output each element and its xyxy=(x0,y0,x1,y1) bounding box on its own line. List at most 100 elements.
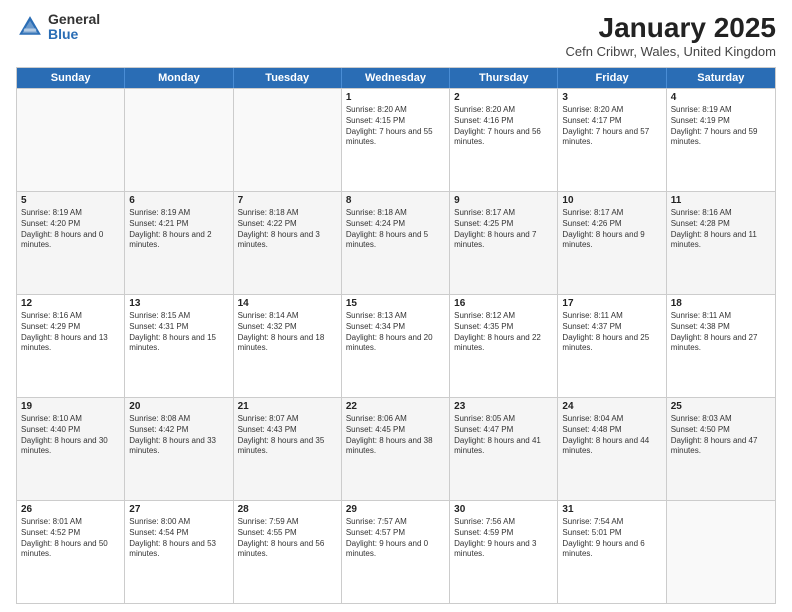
day-number-12: 12 xyxy=(21,298,120,309)
day-info-4: Sunrise: 8:19 AM Sunset: 4:19 PM Dayligh… xyxy=(671,105,771,148)
day-cell-9: 9 Sunrise: 8:17 AM Sunset: 4:25 PM Daylig… xyxy=(450,192,558,294)
day-number-11: 11 xyxy=(671,195,771,206)
day-number-6: 6 xyxy=(129,195,228,206)
day-cell-10: 10 Sunrise: 8:17 AM Sunset: 4:26 PM Dayli… xyxy=(558,192,666,294)
day-number-28: 28 xyxy=(238,504,337,515)
day-number-26: 26 xyxy=(21,504,120,515)
day-number-18: 18 xyxy=(671,298,771,309)
day-info-17: Sunrise: 8:11 AM Sunset: 4:37 PM Dayligh… xyxy=(562,311,661,354)
day-cell-8: 8Sunrise: 8:18 AM Sunset: 4:24 PM Daylig… xyxy=(342,192,450,294)
day-cell-27: 27 Sunrise: 8:00 AM Sunset: 4:54 PM Dayli… xyxy=(125,501,233,603)
calendar-row-3: 12 Sunrise: 8:16 AM Sunset: 4:29 PM Dayli… xyxy=(17,294,775,397)
day-info-1: Sunrise: 8:20 AM Sunset: 4:15 PM Dayligh… xyxy=(346,105,445,148)
day-info-20: Sunrise: 8:08 AM Sunset: 4:42 PM Dayligh… xyxy=(129,414,228,457)
day-cell-15: 15 Sunrise: 8:13 AM Sunset: 4:34 PM Dayli… xyxy=(342,295,450,397)
day-info-15: Sunrise: 8:13 AM Sunset: 4:34 PM Dayligh… xyxy=(346,311,445,354)
logo-blue: Blue xyxy=(48,27,100,42)
day-number-20: 20 xyxy=(129,401,228,412)
day-number-9: 9 xyxy=(454,195,553,206)
day-info-29: Sunrise: 7:57 AM Sunset: 4:57 PM Dayligh… xyxy=(346,517,445,560)
empty-cell-w4c6 xyxy=(667,501,775,603)
day-info-9: Sunrise: 8:17 AM Sunset: 4:25 PM Dayligh… xyxy=(454,208,553,251)
day-number-24: 24 xyxy=(562,401,661,412)
day-cell-24: 24Sunrise: 8:04 AM Sunset: 4:48 PM Dayli… xyxy=(558,398,666,500)
day-info-27: Sunrise: 8:00 AM Sunset: 4:54 PM Dayligh… xyxy=(129,517,228,560)
day-info-7: Sunrise: 8:18 AM Sunset: 4:22 PM Dayligh… xyxy=(238,208,337,251)
calendar-body: 1 Sunrise: 8:20 AM Sunset: 4:15 PM Daylig… xyxy=(17,88,775,603)
calendar-row-1: 1 Sunrise: 8:20 AM Sunset: 4:15 PM Daylig… xyxy=(17,88,775,191)
calendar-row-4: 19 Sunrise: 8:10 AM Sunset: 4:40 PM Dayli… xyxy=(17,397,775,500)
day-number-4: 4 xyxy=(671,92,771,103)
day-cell-17: 17 Sunrise: 8:11 AM Sunset: 4:37 PM Dayli… xyxy=(558,295,666,397)
empty-cell-w0c1 xyxy=(125,89,233,191)
day-cell-5: 5Sunrise: 8:19 AM Sunset: 4:20 PM Daylig… xyxy=(17,192,125,294)
day-info-28: Sunrise: 7:59 AM Sunset: 4:55 PM Dayligh… xyxy=(238,517,337,560)
day-cell-6: 6 Sunrise: 8:19 AM Sunset: 4:21 PM Daylig… xyxy=(125,192,233,294)
day-cell-4: 4 Sunrise: 8:19 AM Sunset: 4:19 PM Daylig… xyxy=(667,89,775,191)
day-info-6: Sunrise: 8:19 AM Sunset: 4:21 PM Dayligh… xyxy=(129,208,228,251)
day-info-18: Sunrise: 8:11 AM Sunset: 4:38 PM Dayligh… xyxy=(671,311,771,354)
day-number-16: 16 xyxy=(454,298,553,309)
day-number-22: 22 xyxy=(346,401,445,412)
day-cell-14: 14 Sunrise: 8:14 AM Sunset: 4:32 PM Dayli… xyxy=(234,295,342,397)
day-number-7: 7 xyxy=(238,195,337,206)
day-number-30: 30 xyxy=(454,504,553,515)
day-cell-26: 26 Sunrise: 8:01 AM Sunset: 4:52 PM Dayli… xyxy=(17,501,125,603)
day-cell-21: 21Sunrise: 8:07 AM Sunset: 4:43 PM Dayli… xyxy=(234,398,342,500)
day-info-2: Sunrise: 8:20 AM Sunset: 4:16 PM Dayligh… xyxy=(454,105,553,148)
day-number-27: 27 xyxy=(129,504,228,515)
day-number-2: 2 xyxy=(454,92,553,103)
day-cell-16: 16Sunrise: 8:12 AM Sunset: 4:35 PM Dayli… xyxy=(450,295,558,397)
day-info-5: Sunrise: 8:19 AM Sunset: 4:20 PM Dayligh… xyxy=(21,208,120,251)
day-number-31: 31 xyxy=(562,504,661,515)
day-number-14: 14 xyxy=(238,298,337,309)
calendar-row-2: 5Sunrise: 8:19 AM Sunset: 4:20 PM Daylig… xyxy=(17,191,775,294)
day-info-23: Sunrise: 8:05 AM Sunset: 4:47 PM Dayligh… xyxy=(454,414,553,457)
empty-cell-w0c0 xyxy=(17,89,125,191)
day-cell-18: 18 Sunrise: 8:11 AM Sunset: 4:38 PM Dayli… xyxy=(667,295,775,397)
header-day-tuesday: Tuesday xyxy=(234,68,342,88)
logo: General Blue xyxy=(16,12,100,43)
day-number-3: 3 xyxy=(562,92,661,103)
day-info-3: Sunrise: 8:20 AM Sunset: 4:17 PM Dayligh… xyxy=(562,105,661,148)
day-info-26: Sunrise: 8:01 AM Sunset: 4:52 PM Dayligh… xyxy=(21,517,120,560)
day-number-15: 15 xyxy=(346,298,445,309)
day-number-1: 1 xyxy=(346,92,445,103)
logo-icon xyxy=(16,13,44,41)
day-info-12: Sunrise: 8:16 AM Sunset: 4:29 PM Dayligh… xyxy=(21,311,120,354)
day-cell-12: 12 Sunrise: 8:16 AM Sunset: 4:29 PM Dayli… xyxy=(17,295,125,397)
day-cell-19: 19 Sunrise: 8:10 AM Sunset: 4:40 PM Dayli… xyxy=(17,398,125,500)
day-info-30: Sunrise: 7:56 AM Sunset: 4:59 PM Dayligh… xyxy=(454,517,553,560)
day-cell-3: 3 Sunrise: 8:20 AM Sunset: 4:17 PM Daylig… xyxy=(558,89,666,191)
logo-general: General xyxy=(48,12,100,27)
day-cell-23: 23Sunrise: 8:05 AM Sunset: 4:47 PM Dayli… xyxy=(450,398,558,500)
day-cell-29: 29 Sunrise: 7:57 AM Sunset: 4:57 PM Dayli… xyxy=(342,501,450,603)
header-day-friday: Friday xyxy=(558,68,666,88)
day-info-13: Sunrise: 8:15 AM Sunset: 4:31 PM Dayligh… xyxy=(129,311,228,354)
day-info-14: Sunrise: 8:14 AM Sunset: 4:32 PM Dayligh… xyxy=(238,311,337,354)
day-number-19: 19 xyxy=(21,401,120,412)
day-number-17: 17 xyxy=(562,298,661,309)
location: Cefn Cribwr, Wales, United Kingdom xyxy=(566,44,777,59)
day-cell-25: 25Sunrise: 8:03 AM Sunset: 4:50 PM Dayli… xyxy=(667,398,775,500)
day-info-25: Sunrise: 8:03 AM Sunset: 4:50 PM Dayligh… xyxy=(671,414,771,457)
day-info-10: Sunrise: 8:17 AM Sunset: 4:26 PM Dayligh… xyxy=(562,208,661,251)
day-info-22: Sunrise: 8:06 AM Sunset: 4:45 PM Dayligh… xyxy=(346,414,445,457)
day-number-8: 8 xyxy=(346,195,445,206)
day-info-21: Sunrise: 8:07 AM Sunset: 4:43 PM Dayligh… xyxy=(238,414,337,457)
calendar-header: SundayMondayTuesdayWednesdayThursdayFrid… xyxy=(17,68,775,88)
day-cell-7: 7 Sunrise: 8:18 AM Sunset: 4:22 PM Daylig… xyxy=(234,192,342,294)
day-number-10: 10 xyxy=(562,195,661,206)
day-info-19: Sunrise: 8:10 AM Sunset: 4:40 PM Dayligh… xyxy=(21,414,120,457)
day-cell-13: 13 Sunrise: 8:15 AM Sunset: 4:31 PM Dayli… xyxy=(125,295,233,397)
logo-text: General Blue xyxy=(48,12,100,43)
day-cell-2: 2 Sunrise: 8:20 AM Sunset: 4:16 PM Daylig… xyxy=(450,89,558,191)
day-number-13: 13 xyxy=(129,298,228,309)
header-day-sunday: Sunday xyxy=(17,68,125,88)
day-cell-31: 31 Sunrise: 7:54 AM Sunset: 5:01 PM Dayli… xyxy=(558,501,666,603)
day-cell-20: 20 Sunrise: 8:08 AM Sunset: 4:42 PM Dayli… xyxy=(125,398,233,500)
day-info-31: Sunrise: 7:54 AM Sunset: 5:01 PM Dayligh… xyxy=(562,517,661,560)
day-number-29: 29 xyxy=(346,504,445,515)
header-day-wednesday: Wednesday xyxy=(342,68,450,88)
title-block: January 2025 Cefn Cribwr, Wales, United … xyxy=(566,12,777,59)
